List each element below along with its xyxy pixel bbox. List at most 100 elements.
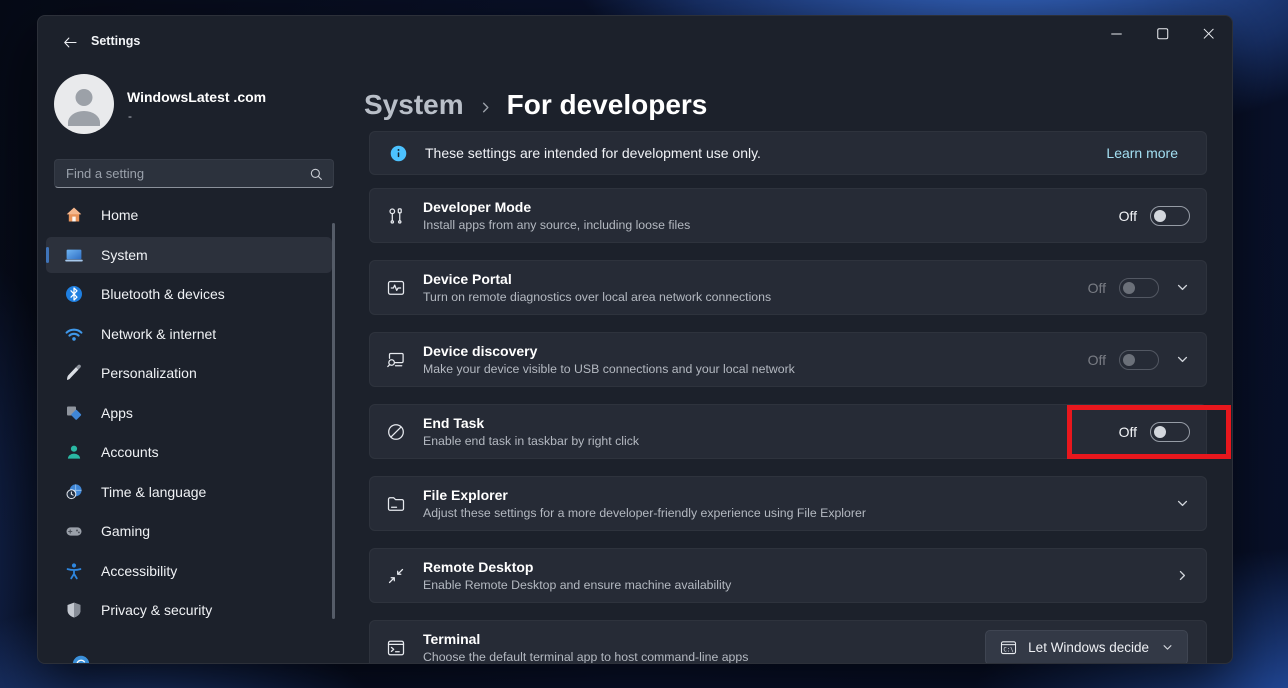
setting-title: Remote Desktop [423,559,731,575]
setting-title: File Explorer [423,487,866,503]
info-banner: These settings are intended for developm… [369,131,1207,175]
back-button[interactable] [53,29,87,55]
remote-desktop-icon [385,565,407,587]
network-icon [64,324,84,344]
gaming-icon [64,521,84,541]
close-button[interactable] [1185,18,1231,49]
sidebar-item-system[interactable]: System [46,237,332,273]
file-explorer-expand-chevron[interactable] [1175,496,1190,511]
breadcrumb: System For developers [364,89,707,121]
back-arrow-icon [62,34,79,51]
window-title: Settings [91,34,140,48]
sidebar-item-personalization[interactable]: Personalization [46,355,332,391]
toggle-knob [1123,282,1135,294]
sidebar-item-bluetooth[interactable]: Bluetooth & devices [46,276,332,312]
setting-subtitle: Make your device visible to USB connecti… [423,362,795,376]
device-portal-icon [385,277,407,299]
sidebar-item-label: Network & internet [101,326,216,342]
user-name: WindowsLatest .com [127,89,266,105]
terminal-app-dropdown[interactable]: C:\ Let Windows decide [985,630,1188,664]
sidebar-item-label: Apps [101,405,133,421]
page-title: For developers [507,89,708,121]
sidebar-item-label: Accessibility [101,563,177,579]
setting-title: Device discovery [423,343,795,359]
setting-subtitle: Install apps from any source, including … [423,218,690,232]
titlebar: Settings [38,16,1232,64]
apps-icon [64,403,84,423]
maximize-icon [1153,24,1172,43]
sidebar-item-accessibility[interactable]: Accessibility [46,553,332,589]
sidebar: WindowsLatest .com - Home System Bluetooth… [38,64,371,663]
sidebar-item-label: Personalization [101,365,197,381]
dropdown-value: Let Windows decide [1028,640,1149,655]
privacy-security-icon [64,600,84,620]
accounts-icon [64,442,84,462]
chevron-right-icon [478,100,493,115]
sidebar-item-accounts[interactable]: Accounts [46,434,332,470]
breadcrumb-system[interactable]: System [364,89,464,121]
setting-title: End Task [423,415,639,431]
svg-text:C:\: C:\ [1004,647,1014,653]
bluetooth-icon [64,284,84,304]
sidebar-item-privacy-security[interactable]: Privacy & security [46,592,332,628]
accessibility-icon [64,561,84,581]
toggle-knob [1154,426,1166,438]
sidebar-item-home[interactable]: Home [46,197,332,233]
toggle-knob [1123,354,1135,366]
developer-mode-toggle[interactable] [1150,206,1190,226]
device-discovery-expand-chevron[interactable] [1175,352,1190,367]
device-portal-toggle-group: Off [1088,278,1159,298]
toggle-state-label: Off [1119,208,1137,224]
setting-row-remote-desktop[interactable]: Remote Desktop Enable Remote Desktop and … [369,548,1207,603]
minimize-button[interactable] [1093,18,1139,49]
device-portal-expand-chevron[interactable] [1175,280,1190,295]
file-explorer-icon [385,493,407,515]
setting-subtitle: Enable end task in taskbar by right clic… [423,434,639,448]
selected-indicator [46,247,49,263]
setting-row-device-portal[interactable]: Device PortalTurn on remote diagnostics … [369,260,1207,315]
end-task-toggle[interactable] [1150,422,1190,442]
windows-update-icon [71,654,91,664]
toggle-state-label: Off [1088,352,1106,368]
setting-title: Developer Mode [423,199,690,215]
search-input[interactable] [55,160,333,187]
settings-window: Settings WindowsLatest .com - [37,15,1233,664]
user-profile[interactable]: WindowsLatest .com - [54,74,266,134]
terminal-icon [385,637,407,659]
sidebar-item-gaming[interactable]: Gaming [46,513,332,549]
remote-desktop-open-chevron[interactable] [1175,568,1190,583]
maximize-button[interactable] [1139,18,1185,49]
device-discovery-toggle [1119,350,1159,370]
sidebar-item-time-language[interactable]: Time & language [46,474,332,510]
sidebar-item-label: Accounts [101,444,159,460]
setting-row-device-discovery[interactable]: Device discovery Make your device visible… [369,332,1207,387]
sidebar-item-label: Privacy & security [101,602,212,618]
window-controls [1093,18,1231,49]
sidebar-item-apps[interactable]: Apps [46,395,332,431]
search-box [54,159,334,188]
avatar [54,74,114,134]
setting-row-end-task: End Task Enable end task in taskbar by ri… [369,404,1207,459]
sidebar-item-network[interactable]: Network & internet [46,316,332,352]
sidebar-item-label: Time & language [101,484,206,500]
end-task-icon [385,421,407,443]
user-detail: - [128,112,266,120]
sidebar-item-label: Home [101,207,138,223]
setting-subtitle: Adjust these settings for a more develop… [423,506,866,520]
search-icon [309,167,324,182]
info-icon [389,144,408,163]
end-task-toggle-group: Off [1119,422,1190,442]
desktop-wallpaper: Settings WindowsLatest .com - [0,0,1288,688]
learn-more-link[interactable]: Learn more [1106,145,1178,161]
sidebar-item-label: Gaming [101,523,150,539]
time-language-icon [64,482,84,502]
command-prompt-icon: C:\ [999,638,1018,657]
sidebar-scrollbar[interactable] [332,223,335,619]
banner-text: These settings are intended for developm… [425,145,761,161]
setting-row-file-explorer[interactable]: File Explorer Adjust these settings for a… [369,476,1207,531]
sidebar-item-label: System [101,247,148,263]
setting-subtitle: Turn on remote diagnostics over local ar… [423,290,771,304]
system-icon [64,245,84,265]
home-icon [64,205,84,225]
setting-subtitle: Enable Remote Desktop and ensure machine… [423,578,731,592]
